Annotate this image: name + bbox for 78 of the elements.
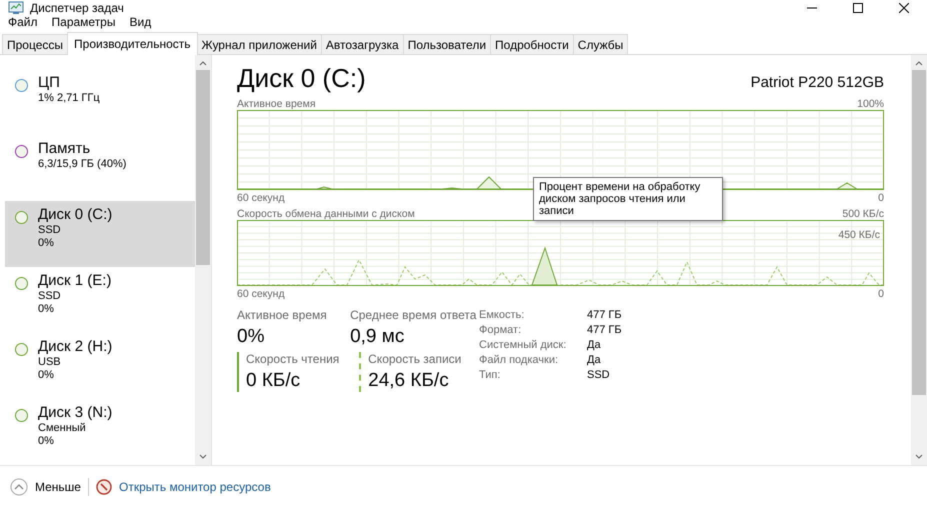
scroll-down-icon[interactable] bbox=[915, 454, 923, 459]
menu-item[interactable]: Параметры bbox=[52, 15, 116, 29]
property-value: Да bbox=[587, 354, 602, 366]
graph-label: Скорость обмена данными с диском bbox=[237, 208, 415, 220]
graph-min: 0 bbox=[878, 288, 884, 300]
property-value: SSD bbox=[587, 369, 611, 381]
graph-time-label: 60 секунд bbox=[237, 288, 285, 300]
maximize-icon[interactable] bbox=[853, 2, 863, 12]
item-detail: Сменный bbox=[38, 422, 87, 434]
item-name: Память bbox=[38, 140, 92, 157]
item-name: Диск 1 (E:) bbox=[38, 272, 112, 289]
item-name: Диск 2 (H:) bbox=[38, 338, 112, 355]
sidebar-item[interactable]: Диск 2 (H:) USB 0% bbox=[5, 333, 195, 399]
property-label: Формат: bbox=[479, 324, 522, 336]
sidebar-item[interactable]: Диск 3 (N:) Сменный 0% bbox=[5, 399, 195, 465]
tab[interactable]: Подробности bbox=[490, 34, 574, 54]
item-detail: USB bbox=[38, 356, 62, 368]
app-icon bbox=[8, 0, 24, 14]
item-name: Диск 0 (C:) bbox=[38, 206, 112, 223]
menu-item[interactable]: Файл bbox=[8, 15, 38, 29]
fewer-details-button[interactable]: Меньше bbox=[10, 478, 81, 496]
tooltip: Процент времени на обработку диском запросов чтения или записи bbox=[533, 177, 723, 221]
graph-label: Активное время bbox=[237, 98, 316, 110]
tab[interactable]: Журнал приложений bbox=[196, 34, 322, 54]
sidebar-item[interactable]: ЦП 1% 2,71 ГГц bbox=[5, 69, 195, 135]
tab[interactable]: Процессы bbox=[2, 34, 68, 54]
item-detail: 0% bbox=[38, 303, 55, 315]
rate-value: 24,6 КБ/с bbox=[368, 370, 450, 392]
property-label: Системный диск: bbox=[479, 339, 568, 351]
item-detail: 0% bbox=[38, 237, 55, 249]
property-label: Емкость: bbox=[479, 309, 526, 321]
menu-item[interactable]: Вид bbox=[129, 15, 152, 29]
property-value: Да bbox=[587, 339, 602, 351]
graph-min: 0 bbox=[878, 192, 884, 204]
close-icon[interactable] bbox=[899, 2, 909, 12]
property-label: Тип: bbox=[479, 369, 502, 381]
item-detail: SSD bbox=[38, 290, 62, 302]
tab[interactable]: Автозагрузка bbox=[320, 34, 404, 54]
scrollbar-thumb[interactable] bbox=[196, 70, 210, 265]
stat-value: 0,9 мс bbox=[350, 326, 406, 348]
tab[interactable]: Пользователи bbox=[402, 34, 492, 54]
property-label: Файл подкачки: bbox=[479, 354, 560, 366]
window-title: Диспетчер задач bbox=[30, 0, 124, 14]
graph-max: 100% bbox=[857, 98, 884, 110]
scroll-down-icon[interactable] bbox=[199, 454, 207, 459]
rate-label: Скорость чтения bbox=[246, 352, 340, 366]
item-name: Диск 3 (N:) bbox=[38, 404, 112, 421]
item-detail: SSD bbox=[38, 224, 62, 236]
scroll-up-icon[interactable] bbox=[915, 61, 923, 66]
tab[interactable]: Производительность bbox=[67, 32, 198, 55]
scrollbar[interactable] bbox=[911, 55, 927, 465]
item-detail: 6,3/15,9 ГБ (40%) bbox=[38, 158, 126, 170]
scrollbar[interactable] bbox=[195, 55, 211, 465]
graph-time-label: 60 секунд bbox=[237, 192, 285, 204]
stat-value: 0% bbox=[237, 326, 266, 348]
graph-max: 500 КБ/с bbox=[842, 208, 884, 220]
resource-monitor-icon bbox=[96, 479, 112, 495]
stat-label: Активное время bbox=[237, 308, 328, 322]
item-name: ЦП bbox=[38, 74, 61, 91]
item-detail: 0% bbox=[38, 435, 55, 447]
scale-label: 450 КБ/с bbox=[838, 229, 880, 241]
rate-label: Скорость записи bbox=[368, 352, 462, 366]
property-value: 477 ГБ bbox=[587, 309, 622, 321]
item-detail: 0% bbox=[38, 369, 55, 381]
rate-value: 0 КБ/с bbox=[246, 370, 302, 392]
scrollbar-thumb[interactable] bbox=[912, 70, 926, 395]
property-value: 477 ГБ bbox=[587, 324, 622, 336]
disk-model: Patriot P220 512GB bbox=[750, 74, 884, 91]
stat-label: Среднее время ответа bbox=[350, 308, 478, 322]
collapse-icon bbox=[10, 478, 28, 496]
disk-title: Диск 0 (C:) bbox=[237, 63, 366, 94]
sidebar-item[interactable]: Диск 1 (E:) SSD 0% bbox=[5, 267, 195, 333]
scroll-up-icon[interactable] bbox=[199, 61, 207, 66]
item-detail: 1% 2,71 ГГц bbox=[38, 92, 100, 104]
resource-monitor-link[interactable]: Открыть монитор ресурсов bbox=[118, 480, 271, 494]
sidebar-item[interactable]: Память 6,3/15,9 ГБ (40%) bbox=[5, 135, 195, 201]
sidebar-item[interactable]: Диск 0 (C:) SSD 0% bbox=[5, 201, 195, 267]
tab[interactable]: Службы bbox=[572, 34, 628, 54]
